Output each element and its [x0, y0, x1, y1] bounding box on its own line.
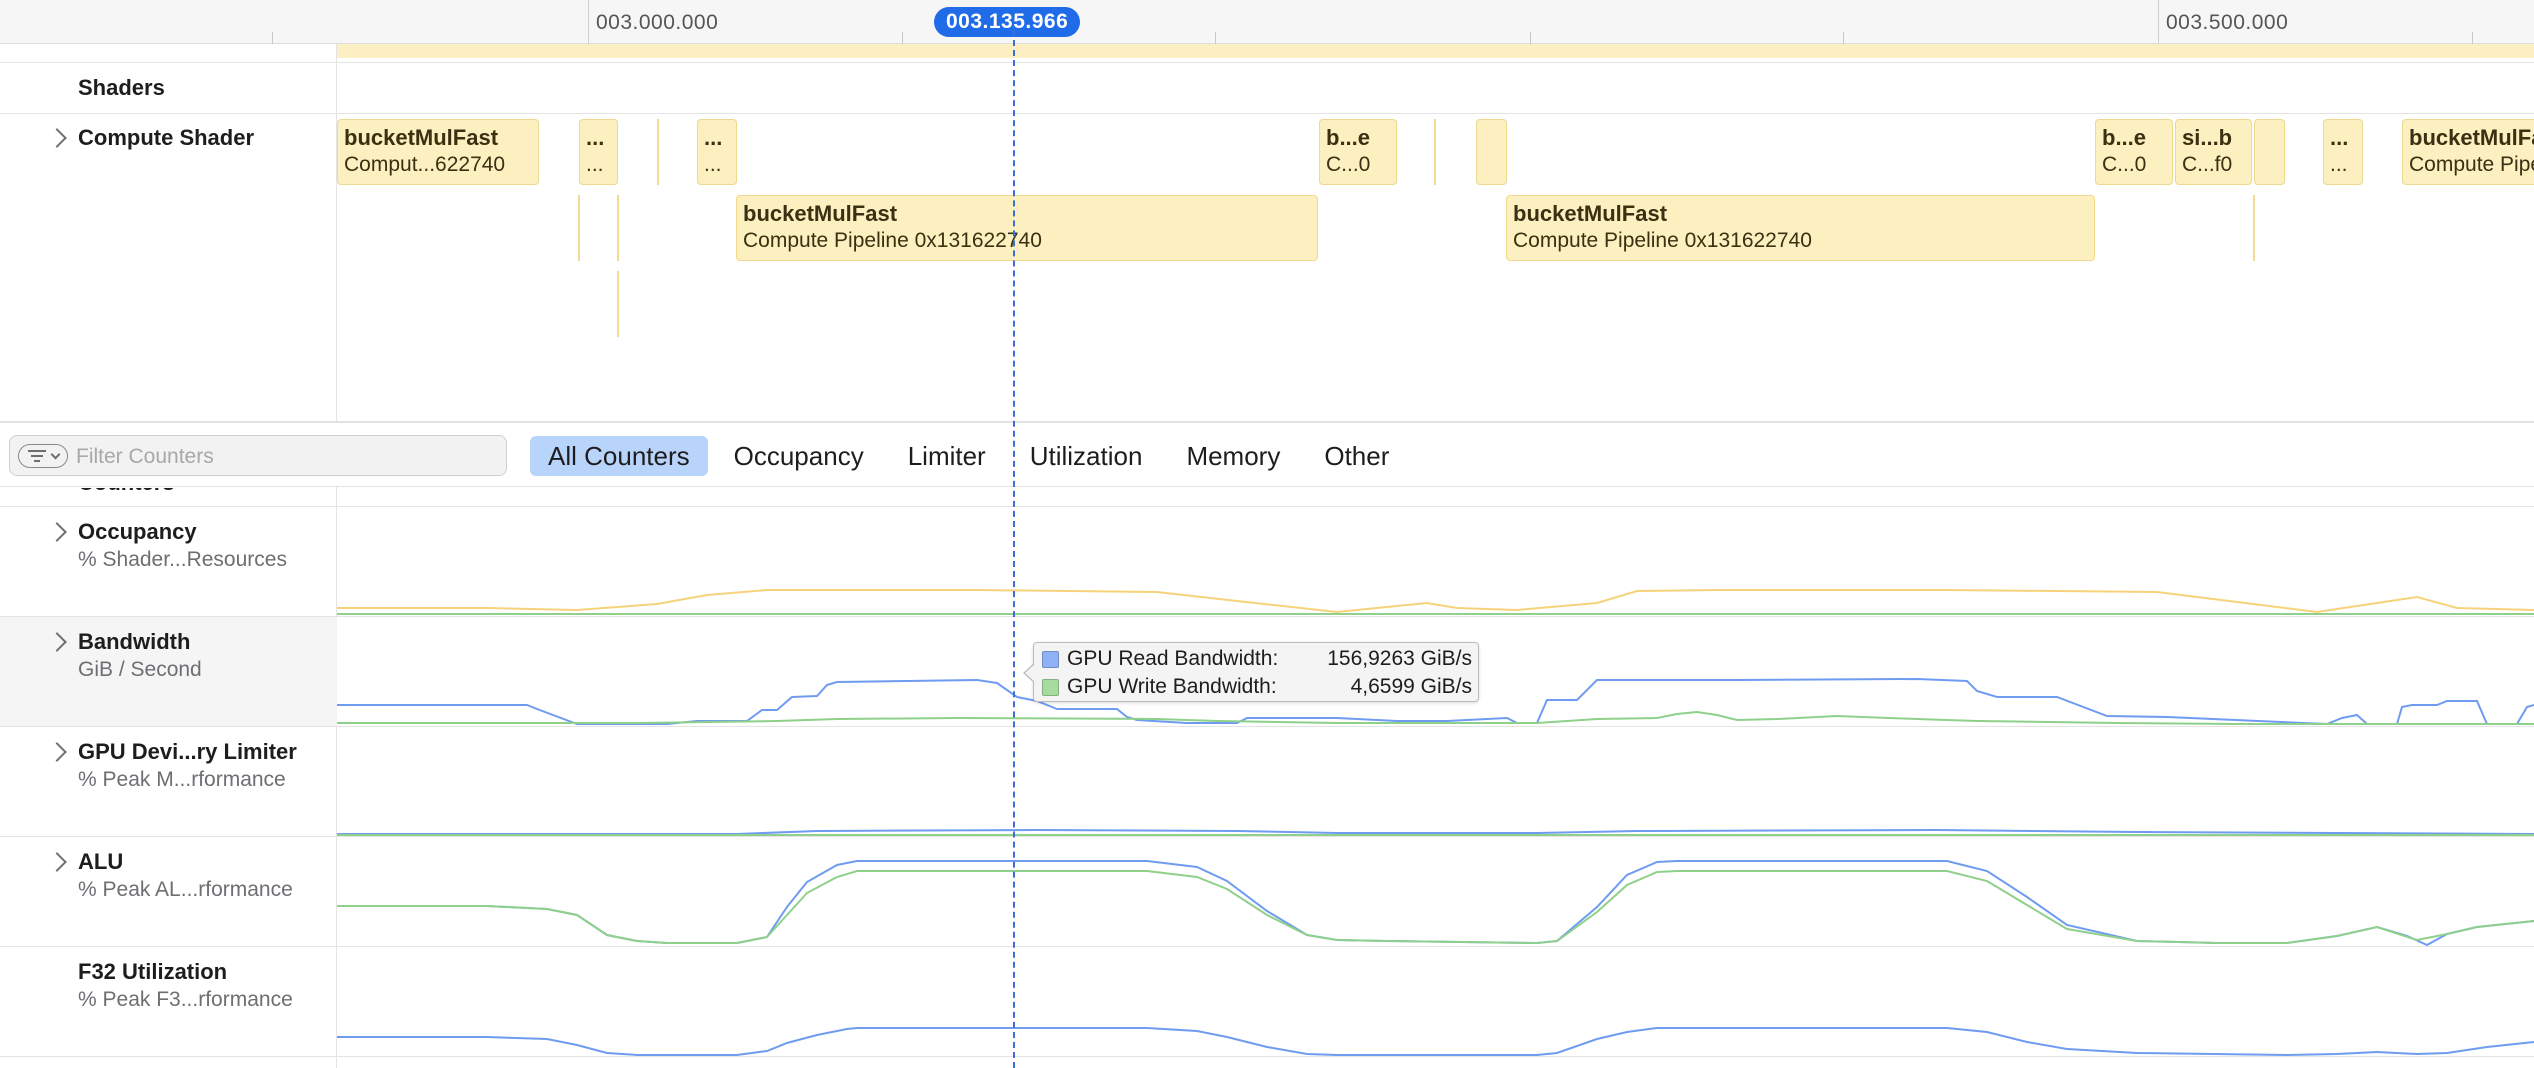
- counter-row-label: GPU Devi...ry Limiter: [78, 739, 297, 764]
- counter-row-label: ALU: [78, 849, 124, 874]
- shader-block[interactable]: ... ...: [2323, 119, 2363, 185]
- shader-block-pipeline: Comput...622740: [344, 153, 506, 176]
- cursor-time-badge[interactable]: 003.135.966: [934, 7, 1081, 37]
- tooltip-read-value: 156,9263 GiB/s: [1327, 647, 1472, 670]
- shader-block-title: ...: [704, 125, 723, 150]
- counter-row-unit: % Peak F3...rformance: [78, 988, 293, 1011]
- counter-category-tabs: All Counters Occupancy Limiter Utilizati…: [530, 436, 1415, 476]
- chevron-down-icon: [50, 449, 61, 460]
- shader-block[interactable]: bucketMulFast Compute Pipeline 0x1316227…: [736, 195, 1318, 261]
- tab-utilization[interactable]: Utilization: [1012, 436, 1161, 476]
- shaders-section-title: Shaders: [78, 75, 165, 100]
- tooltip-read-row: GPU Read Bandwidth: 156,9263 GiB/s: [1042, 645, 1472, 673]
- filter-counters-placeholder: Filter Counters: [76, 445, 214, 468]
- shader-block-pipeline: C...f0: [2182, 153, 2233, 176]
- shader-block[interactable]: si...b C...f0: [2175, 119, 2252, 185]
- ruler-tick: [902, 32, 903, 44]
- ruler-label: 003.500.000: [2166, 11, 2289, 34]
- shader-block-title: bucketMulFast: [344, 125, 499, 150]
- compute-shader-row-label: Compute Shader: [78, 125, 255, 150]
- bandwidth-tooltip: GPU Read Bandwidth: 156,9263 GiB/s GPU W…: [1023, 642, 1479, 702]
- shader-block-pipeline: ...: [704, 153, 722, 176]
- alu-graph[interactable]: [337, 837, 2534, 946]
- counter-row-unit: GiB / Second: [78, 658, 202, 681]
- filter-icon[interactable]: [18, 444, 68, 468]
- ruler-tick: [272, 32, 273, 44]
- shader-tick: [2253, 195, 2255, 261]
- shader-block[interactable]: ... ...: [697, 119, 737, 185]
- shader-block-title: bucketMulFast: [743, 201, 898, 226]
- shader-block-title: ...: [2330, 125, 2349, 150]
- shader-block[interactable]: b...e C...0: [1319, 119, 1397, 185]
- occupancy-graph[interactable]: [337, 507, 2534, 616]
- tooltip-write-label: GPU Write Bandwidth:: [1067, 675, 1277, 698]
- f32-utilization-line: [337, 1027, 2534, 1056]
- counter-row-unit: % Shader...Resources: [78, 548, 287, 571]
- shader-block-title: si...b: [2182, 125, 2233, 150]
- shader-block-title: bucketMulFast: [1513, 201, 1668, 226]
- shader-block-pipeline: ...: [586, 153, 604, 176]
- tab-other[interactable]: Other: [1306, 436, 1407, 476]
- shader-tick: [617, 195, 619, 261]
- ruler-tick: [588, 0, 589, 44]
- shader-block[interactable]: b...e C...0: [2095, 119, 2173, 185]
- shader-block-pipeline: C...0: [1326, 153, 1371, 176]
- ruler-tick: [1215, 32, 1216, 44]
- shader-tick: [578, 195, 580, 261]
- shader-block-pipeline: Compute Pipeline 0x131622740: [2409, 153, 2534, 176]
- tab-all-counters[interactable]: All Counters: [530, 436, 708, 476]
- memory-limiter-graph[interactable]: [337, 727, 2534, 836]
- divider: [0, 62, 2534, 63]
- ruler-tick: [1843, 32, 1844, 44]
- counter-row-unit: % Peak M...rformance: [78, 768, 286, 791]
- tab-occupancy[interactable]: Occupancy: [716, 436, 882, 476]
- tooltip-read-label: GPU Read Bandwidth:: [1067, 647, 1279, 670]
- counter-row-label: Occupancy: [78, 519, 197, 544]
- shader-block[interactable]: bucketMulFast Compute Pipeline 0x1316227…: [1506, 195, 2095, 261]
- f32-utilization-graph[interactable]: [337, 947, 2534, 1056]
- divider: [0, 113, 2534, 114]
- memory-limiter-read-line: [337, 828, 2534, 835]
- shader-tick: [617, 271, 619, 337]
- counter-row-unit: % Peak AL...rformance: [78, 878, 293, 901]
- shaders-label-column: [0, 44, 337, 421]
- shader-block[interactable]: ... ...: [579, 119, 618, 185]
- ruler-tick: [2472, 32, 2473, 44]
- shader-block-pipeline: Compute Pipeline 0x131622740: [743, 229, 1042, 252]
- ruler-tick: [1530, 32, 1531, 44]
- tab-memory[interactable]: Memory: [1168, 436, 1298, 476]
- shader-block-pipeline: Compute Pipeline 0x131622740: [1513, 229, 1812, 252]
- counter-row-label: Bandwidth: [78, 629, 191, 654]
- shader-block[interactable]: bucketMulFast Comput...622740: [337, 119, 539, 185]
- shader-block-pipeline: C...0: [2102, 153, 2147, 176]
- filter-counters-field[interactable]: Filter Counters: [9, 435, 507, 476]
- ruler-label: 003.000.000: [596, 11, 719, 34]
- timeline-ruler[interactable]: 003.000.000 003.500.000 003.135.966: [0, 0, 2534, 44]
- write-swatch-icon: [1042, 679, 1059, 696]
- ruler-tick: [2158, 0, 2159, 44]
- shader-activity-strip: [337, 44, 2534, 58]
- shader-block-title: ...: [586, 125, 605, 150]
- alu-series-line-a: [337, 860, 2534, 946]
- shader-block[interactable]: bucketMulFast Compute Pipeline 0x1316227…: [2402, 119, 2534, 185]
- shader-block-title: bucketMulFast: [2409, 125, 2534, 150]
- read-swatch-icon: [1042, 651, 1059, 668]
- tooltip-write-row: GPU Write Bandwidth: 4,6599 GiB/s: [1042, 673, 1472, 701]
- alu-series-line-b: [337, 870, 2534, 945]
- playhead-cursor-line[interactable]: [1013, 30, 1015, 1068]
- shader-tick: [1434, 119, 1436, 185]
- occupancy-series-line: [337, 589, 2534, 614]
- shader-block[interactable]: [2254, 119, 2285, 185]
- shader-block[interactable]: [1476, 119, 1507, 185]
- shader-block-pipeline: ...: [2330, 153, 2348, 176]
- counter-row-label: F32 Utilization: [78, 959, 228, 984]
- tooltip-write-value: 4,6599 GiB/s: [1350, 675, 1472, 698]
- counter-filter-bar: Filter Counters All Counters Occupancy L…: [0, 421, 2534, 487]
- shader-block-title: b...e: [2102, 125, 2147, 150]
- shader-block-title: b...e: [1326, 125, 1371, 150]
- tab-limiter[interactable]: Limiter: [890, 436, 1004, 476]
- shader-tick: [657, 119, 659, 185]
- divider: [0, 1056, 2534, 1057]
